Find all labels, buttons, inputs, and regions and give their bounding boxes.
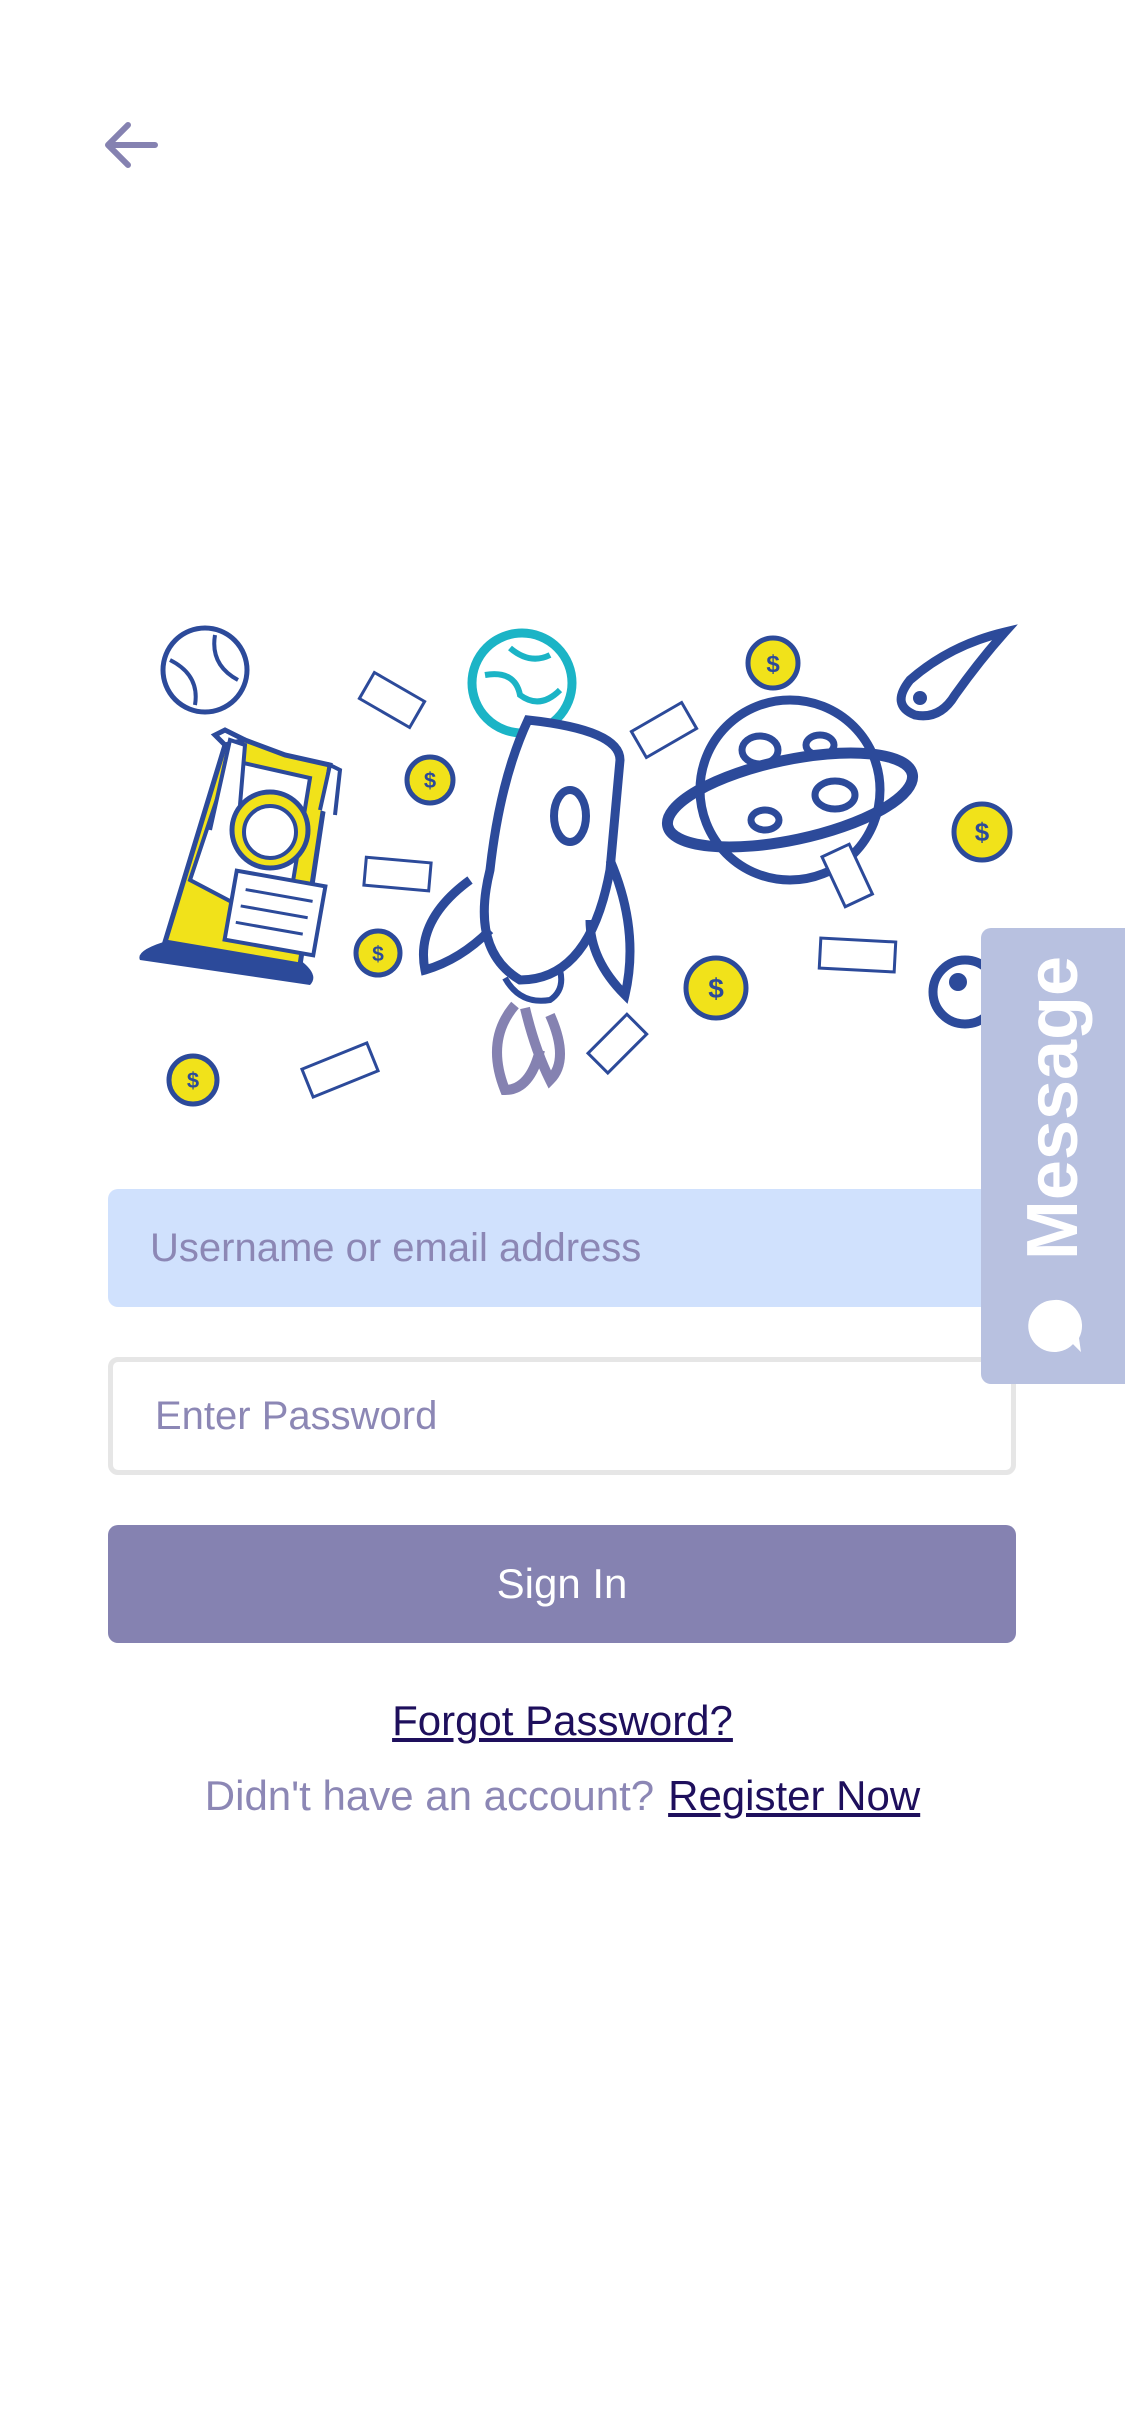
- comet-icon: [896, 624, 1018, 721]
- astronaut-icon: [139, 727, 343, 985]
- chat-bubble-icon: [1028, 1299, 1083, 1353]
- space-rocket-illustration: $ $ $ $ $ $: [139, 624, 1018, 1107]
- register-prompt: Didn't have an account?: [204, 1772, 655, 1819]
- svg-text:$: $: [424, 768, 436, 793]
- arrow-left-icon: [105, 122, 158, 168]
- svg-text:$: $: [766, 651, 780, 678]
- message-tab-label: Message: [1013, 955, 1093, 1261]
- sign-in-button[interactable]: Sign In: [108, 1525, 1016, 1643]
- back-button[interactable]: [100, 115, 165, 175]
- svg-text:$: $: [708, 973, 724, 1004]
- ringed-planet-icon: [661, 695, 919, 885]
- password-input[interactable]: [108, 1357, 1016, 1475]
- globe-icon: [160, 625, 250, 715]
- register-now-link[interactable]: Register Now: [668, 1772, 920, 1819]
- svg-text:$: $: [187, 1068, 199, 1093]
- forgot-password-link[interactable]: Forgot Password?: [0, 1697, 1125, 1745]
- message-tab[interactable]: Message: [981, 928, 1125, 1384]
- username-input[interactable]: [108, 1189, 1016, 1307]
- register-row: Didn't have an account? Register Now: [0, 1772, 1125, 1820]
- teal-planet-icon: [467, 628, 577, 738]
- svg-text:$: $: [372, 943, 384, 966]
- svg-text:$: $: [975, 817, 990, 847]
